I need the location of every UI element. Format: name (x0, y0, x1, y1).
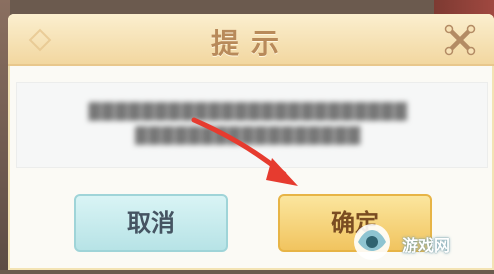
dialog-title: 提示 (210, 27, 291, 60)
watermark: 游戏网 (324, 210, 494, 270)
red-arrow-icon (191, 117, 298, 186)
close-icon[interactable] (442, 22, 478, 58)
watermark-text: 游戏网 (402, 236, 451, 255)
cancel-button[interactable]: 取消 (74, 194, 228, 252)
dialog-header: 提示 (8, 14, 494, 66)
